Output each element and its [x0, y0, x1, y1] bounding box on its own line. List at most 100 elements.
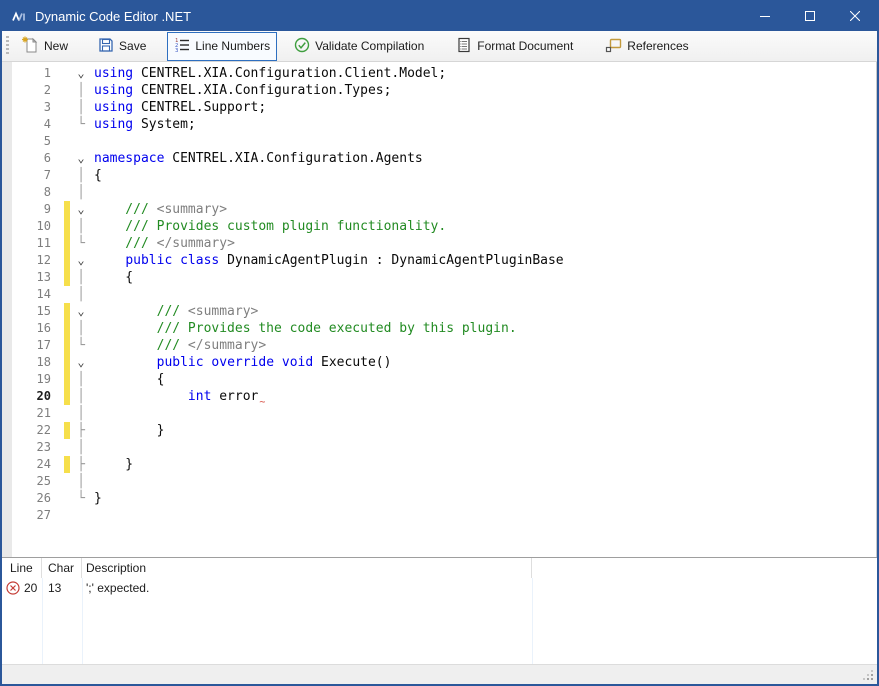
validate-compilation-button[interactable]: Validate Compilation — [287, 32, 431, 61]
code-line[interactable]: 25│ — [12, 473, 876, 490]
line-number[interactable]: 26 — [12, 490, 58, 507]
fold-guide: │ — [73, 286, 89, 303]
close-button[interactable] — [832, 2, 877, 31]
column-header-char[interactable]: Char — [42, 558, 82, 578]
error-squiggle: ~ — [259, 397, 264, 408]
maximize-button[interactable] — [787, 2, 832, 31]
line-number[interactable]: 20 — [12, 388, 58, 405]
line-number[interactable]: 5 — [12, 133, 58, 150]
code-line[interactable]: 20│ int error~ — [12, 388, 876, 405]
fold-guide: └ — [73, 116, 89, 133]
line-number[interactable]: 2 — [12, 82, 58, 99]
line-number[interactable]: 22 — [12, 422, 58, 439]
line-number[interactable]: 9 — [12, 201, 58, 218]
line-number[interactable]: 25 — [12, 473, 58, 490]
code-text: /// </summary> — [94, 235, 235, 252]
line-number[interactable]: 10 — [12, 218, 58, 235]
title-bar[interactable]: Dynamic Code Editor .NET — [2, 2, 877, 31]
change-marker — [64, 303, 70, 320]
change-marker — [64, 490, 70, 507]
toolbar-grip[interactable] — [6, 36, 9, 56]
document-lines-icon — [456, 37, 472, 56]
code-line[interactable]: 2│using CENTREL.XIA.Configuration.Types; — [12, 82, 876, 99]
code-text: using CENTREL.XIA.Configuration.Types; — [94, 82, 391, 99]
code-line[interactable]: 12⌄ public class DynamicAgentPlugin : Dy… — [12, 252, 876, 269]
code-line[interactable]: 24├ } — [12, 456, 876, 473]
line-numbers-button-label: Line Numbers — [195, 39, 270, 53]
format-document-button[interactable]: Format Document — [449, 32, 580, 61]
code-line[interactable]: 10│ /// Provides custom plugin functiona… — [12, 218, 876, 235]
green-check-circle-icon — [294, 37, 310, 56]
error-row[interactable]: 20 13 ';' expected. — [2, 578, 877, 598]
line-number[interactable]: 24 — [12, 456, 58, 473]
reference-node-icon — [605, 36, 622, 56]
code-line[interactable]: 11 └ /// </summary> — [12, 235, 876, 252]
code-line[interactable]: 16│ /// Provides the code executed by th… — [12, 320, 876, 337]
code-line[interactable]: 9⌄ /// <summary> — [12, 201, 876, 218]
new-button[interactable]: New — [15, 31, 75, 61]
code-line[interactable]: 15⌄ /// <summary> — [12, 303, 876, 320]
code-line[interactable]: 8│ — [12, 184, 876, 201]
line-number[interactable]: 18 — [12, 354, 58, 371]
code-line[interactable]: 14 │ — [12, 286, 876, 303]
line-number[interactable]: 21 — [12, 405, 58, 422]
column-header-description[interactable]: Description — [82, 558, 532, 578]
change-marker — [64, 286, 70, 303]
minimize-button[interactable] — [742, 2, 787, 31]
line-number[interactable]: 3 — [12, 99, 58, 116]
line-number[interactable]: 6 — [12, 150, 58, 167]
fold-collapse-icon[interactable]: ⌄ — [73, 354, 89, 371]
fold-collapse-icon[interactable]: ⌄ — [73, 201, 89, 218]
change-marker — [64, 507, 70, 524]
line-number[interactable]: 4 — [12, 116, 58, 133]
code-line[interactable]: 3│using CENTREL.Support; — [12, 99, 876, 116]
line-number[interactable]: 1 — [12, 65, 58, 82]
line-number[interactable]: 12 — [12, 252, 58, 269]
save-button[interactable]: Save — [91, 32, 153, 61]
code-line[interactable]: 5 — [12, 133, 876, 150]
fold-guide: │ — [73, 218, 89, 235]
line-number[interactable]: 8 — [12, 184, 58, 201]
code-line[interactable]: 18⌄ public override void Execute() — [12, 354, 876, 371]
line-number[interactable]: 19 — [12, 371, 58, 388]
code-line[interactable]: 1⌄using CENTREL.XIA.Configuration.Client… — [12, 65, 876, 82]
change-marker — [64, 184, 70, 201]
fold-guide — [73, 133, 89, 150]
line-number[interactable]: 17 — [12, 337, 58, 354]
line-number[interactable]: 27 — [12, 507, 58, 524]
code-text-area[interactable]: 1⌄using CENTREL.XIA.Configuration.Client… — [12, 62, 876, 557]
line-number[interactable]: 23 — [12, 439, 58, 456]
code-line[interactable]: 7│{ — [12, 167, 876, 184]
line-number[interactable]: 15 — [12, 303, 58, 320]
code-line[interactable]: 26└} — [12, 490, 876, 507]
references-button[interactable]: References — [598, 31, 695, 61]
code-line[interactable]: 13│ { — [12, 269, 876, 286]
code-editor[interactable]: 1⌄using CENTREL.XIA.Configuration.Client… — [2, 62, 877, 557]
line-number[interactable]: 14 — [12, 286, 58, 303]
change-marker — [64, 201, 70, 218]
fold-collapse-icon[interactable]: ⌄ — [73, 303, 89, 320]
code-line[interactable]: 19│ { — [12, 371, 876, 388]
line-number[interactable]: 16 — [12, 320, 58, 337]
fold-guide: └ — [73, 337, 89, 354]
code-line[interactable]: 4└using System; — [12, 116, 876, 133]
code-line[interactable]: 23│ — [12, 439, 876, 456]
line-number[interactable]: 13 — [12, 269, 58, 286]
fold-guide: │ — [73, 99, 89, 116]
code-line[interactable]: 17└ /// </summary> — [12, 337, 876, 354]
fold-collapse-icon[interactable]: ⌄ — [73, 65, 89, 82]
line-number[interactable]: 7 — [12, 167, 58, 184]
code-line[interactable]: 27 — [12, 507, 876, 524]
minimize-icon — [760, 9, 770, 24]
fold-guide: └ — [73, 235, 89, 252]
code-line[interactable]: 22├ } — [12, 422, 876, 439]
line-numbers-toggle-button[interactable]: 1 2 3 Line Numbers — [167, 32, 277, 61]
resize-grip[interactable] — [871, 678, 873, 680]
fold-collapse-icon[interactable]: ⌄ — [73, 150, 89, 167]
line-number[interactable]: 11 — [12, 235, 58, 252]
code-line[interactable]: 21│ — [12, 405, 876, 422]
change-marker — [64, 167, 70, 184]
column-header-line[interactable]: Line — [2, 558, 42, 578]
fold-collapse-icon[interactable]: ⌄ — [73, 252, 89, 269]
code-line[interactable]: 6⌄namespace CENTREL.XIA.Configuration.Ag… — [12, 150, 876, 167]
